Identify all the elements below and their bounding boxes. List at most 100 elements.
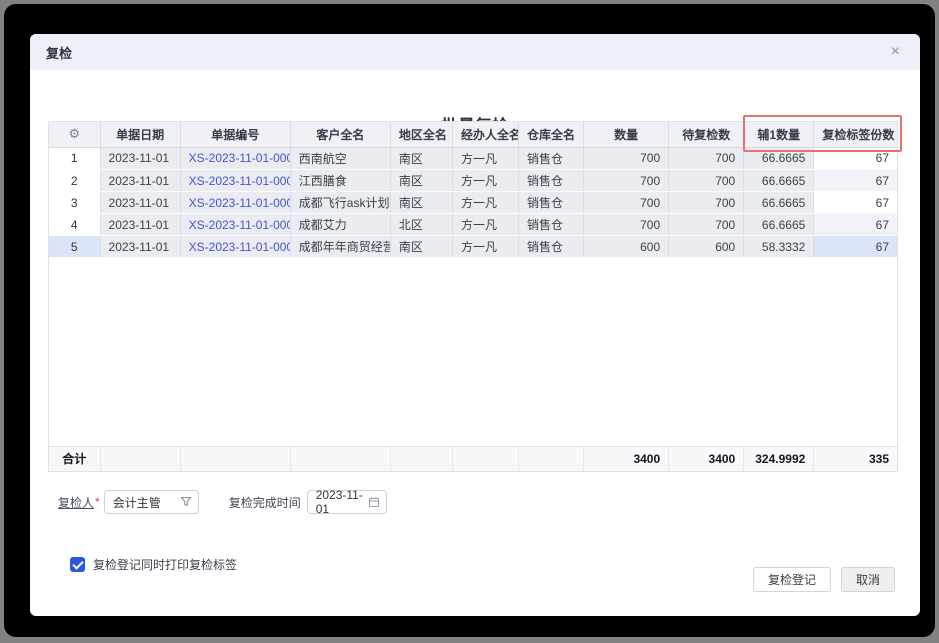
cell-region: 南区	[390, 170, 452, 192]
cell-aux: 66.6665	[744, 148, 814, 170]
cell-docno[interactable]: XS-2023-11-01-00050	[180, 214, 290, 236]
time-value: 2023-11-01	[316, 488, 368, 516]
calendar-icon[interactable]	[368, 496, 380, 508]
column-settings-header[interactable]: ⚙	[49, 122, 100, 147]
filter-icon[interactable]	[180, 496, 192, 508]
column-header-warehouse: 仓库全名	[519, 122, 584, 147]
dialog-title: 复检	[46, 43, 72, 62]
total-pending: 3400	[669, 446, 744, 471]
cell-customer: 成都飞行ask计划	[290, 192, 390, 214]
total-handler	[452, 446, 518, 471]
register-button[interactable]: 复检登记	[753, 567, 831, 592]
cell-docno[interactable]: XS-2023-11-01-00051	[180, 236, 290, 258]
app-window-overlay: 复检 × 批量复检 ⚙单据日期单据编号客户全名地区全名经办人全名仓库全名数量待复…	[4, 4, 935, 637]
cell-docno[interactable]: XS-2023-11-01-00048	[180, 170, 290, 192]
total-date	[100, 446, 180, 471]
cell-labels[interactable]: 67	[814, 170, 897, 192]
required-mark: *	[95, 495, 100, 509]
cell-aux: 58.3332	[744, 236, 814, 258]
table-empty-area	[49, 258, 897, 446]
cell-pending: 700	[669, 214, 744, 236]
cell-docno[interactable]: XS-2023-11-01-00047	[180, 148, 290, 170]
column-header-qty: 数量	[584, 122, 669, 147]
cell-labels[interactable]: 67	[814, 236, 897, 258]
batch-recheck-table: ⚙单据日期单据编号客户全名地区全名经办人全名仓库全名数量待复检数辅1数量复检标签…	[48, 121, 898, 472]
column-header-date: 单据日期	[100, 122, 180, 147]
cell-idx: 3	[49, 192, 100, 214]
cell-warehouse: 销售仓	[519, 148, 584, 170]
cell-labels[interactable]: 67	[814, 214, 897, 236]
cell-idx: 5	[49, 236, 100, 258]
reviewer-label: 复检人	[58, 494, 94, 511]
cell-labels[interactable]: 67	[814, 148, 897, 170]
cell-pending: 700	[669, 170, 744, 192]
cell-aux: 66.6665	[744, 170, 814, 192]
total-docno	[180, 446, 290, 471]
table-row[interactable]: 52023-11-01XS-2023-11-01-00051成都年年商贸经营部南…	[49, 236, 897, 258]
recheck-dialog: 复检 × 批量复检 ⚙单据日期单据编号客户全名地区全名经办人全名仓库全名数量待复…	[30, 34, 920, 616]
column-header-labels: 复检标签份数	[814, 122, 897, 147]
cell-customer: 成都艾力	[290, 214, 390, 236]
total-qty: 3400	[584, 446, 669, 471]
dialog-titlebar: 复检 ×	[30, 34, 920, 70]
cell-date: 2023-11-01	[100, 148, 180, 170]
cell-pending: 700	[669, 148, 744, 170]
cell-customer: 成都年年商贸经营部	[290, 236, 390, 258]
time-label: 复检完成时间	[229, 494, 301, 511]
table-body: 12023-11-01XS-2023-11-01-00047西南航空南区方一凡销…	[49, 148, 897, 259]
cell-handler: 方一凡	[452, 148, 518, 170]
column-header-aux: 辅1数量	[744, 122, 814, 147]
cell-region: 南区	[390, 148, 452, 170]
total-labels: 335	[814, 446, 897, 471]
cell-region: 北区	[390, 214, 452, 236]
cell-handler: 方一凡	[452, 236, 518, 258]
column-header-pending: 待复检数	[669, 122, 744, 147]
column-header-region: 地区全名	[390, 122, 452, 147]
column-header-docno: 单据编号	[180, 122, 290, 147]
cell-pending: 600	[669, 236, 744, 258]
close-icon[interactable]: ×	[887, 42, 904, 62]
table-total: 合计34003400324.9992335	[49, 446, 897, 472]
cell-aux: 66.6665	[744, 192, 814, 214]
cell-date: 2023-11-01	[100, 192, 180, 214]
cell-date: 2023-11-01	[100, 170, 180, 192]
cell-qty: 700	[584, 170, 669, 192]
total-aux: 324.9992	[744, 446, 814, 471]
cell-qty: 700	[584, 148, 669, 170]
table-row[interactable]: 12023-11-01XS-2023-11-01-00047西南航空南区方一凡销…	[49, 148, 897, 170]
cell-labels[interactable]: 67	[814, 192, 897, 214]
cell-region: 南区	[390, 192, 452, 214]
table-row[interactable]: 42023-11-01XS-2023-11-01-00050成都艾力北区方一凡销…	[49, 214, 897, 236]
cell-warehouse: 销售仓	[519, 214, 584, 236]
recheck-form-row: 复检人* 会计主管 复检完成时间 2023-11-01	[58, 490, 387, 514]
total-label: 合计	[49, 446, 100, 471]
cancel-button[interactable]: 取消	[841, 567, 895, 592]
total-customer	[290, 446, 390, 471]
cell-idx: 1	[49, 148, 100, 170]
reviewer-input[interactable]: 会计主管	[104, 490, 199, 514]
cell-handler: 方一凡	[452, 192, 518, 214]
print-label-checkbox[interactable]	[70, 557, 85, 572]
cell-warehouse: 销售仓	[519, 236, 584, 258]
print-label-text: 复检登记同时打印复检标签	[93, 556, 237, 573]
print-label-option: 复检登记同时打印复检标签	[70, 556, 237, 573]
column-header-customer: 客户全名	[290, 122, 390, 147]
cell-aux: 66.6665	[744, 214, 814, 236]
table-row[interactable]: 22023-11-01XS-2023-11-01-00048江西膳食南区方一凡销…	[49, 170, 897, 192]
cell-customer: 江西膳食	[290, 170, 390, 192]
gear-icon[interactable]: ⚙	[68, 126, 80, 141]
cell-date: 2023-11-01	[100, 236, 180, 258]
total-region	[390, 446, 452, 471]
cell-handler: 方一凡	[452, 214, 518, 236]
table-row[interactable]: 32023-11-01XS-2023-11-01-00049成都飞行ask计划南…	[49, 192, 897, 214]
time-input[interactable]: 2023-11-01	[307, 490, 387, 514]
cell-docno[interactable]: XS-2023-11-01-00049	[180, 192, 290, 214]
cell-qty: 600	[584, 236, 669, 258]
cell-idx: 2	[49, 170, 100, 192]
cell-region: 南区	[390, 236, 452, 258]
cell-qty: 700	[584, 214, 669, 236]
table-header: ⚙单据日期单据编号客户全名地区全名经办人全名仓库全名数量待复检数辅1数量复检标签…	[49, 122, 897, 148]
cell-pending: 700	[669, 192, 744, 214]
reviewer-value: 会计主管	[113, 494, 180, 511]
cell-qty: 700	[584, 192, 669, 214]
